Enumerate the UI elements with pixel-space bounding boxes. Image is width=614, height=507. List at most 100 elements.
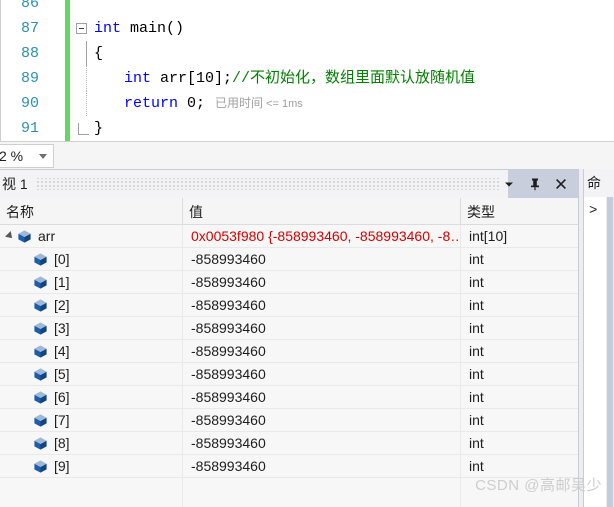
fold-margin[interactable] — [70, 41, 92, 66]
cell-name[interactable] — [0, 501, 183, 507]
cell-name[interactable]: [5] — [0, 362, 183, 386]
fold-margin[interactable] — [70, 66, 92, 91]
cell-type: int[10] — [469, 228, 508, 244]
fold-margin[interactable] — [70, 0, 92, 16]
table-row[interactable]: [6] -858993460 int — [0, 385, 578, 409]
variable-cube-icon — [33, 459, 48, 474]
cell-name[interactable]: [9] — [0, 454, 183, 478]
cell-name[interactable]: [0] — [0, 247, 183, 271]
code-line[interactable]: 86 — [1, 0, 614, 16]
tab-watch-1[interactable]: 视 1 — [0, 170, 508, 198]
code-line[interactable]: 90 return 0; 已用时间 <= 1ms — [1, 91, 614, 116]
cell-type: int — [469, 435, 484, 451]
variable-name: [0] — [54, 251, 70, 267]
table-row-empty[interactable] — [0, 478, 578, 501]
fold-margin[interactable] — [70, 16, 92, 41]
cell-name[interactable]: [7] — [0, 408, 183, 432]
table-row[interactable]: [5] -858993460 int — [0, 362, 578, 386]
command-window-scrollbar[interactable] — [606, 197, 614, 507]
cell-value[interactable]: -858993460 — [183, 431, 461, 455]
cell-name[interactable]: arr — [0, 224, 183, 248]
code-token-ident: arr — [160, 70, 188, 87]
zoom-level-dropdown[interactable]: 2 % — [0, 144, 54, 168]
cell-type: int — [469, 389, 484, 405]
table-row-empty[interactable] — [0, 501, 578, 507]
fold-margin[interactable] — [70, 116, 92, 141]
panel-header-icons — [505, 170, 578, 198]
variable-name: [6] — [54, 389, 70, 405]
cell-value[interactable]: -858993460 — [183, 316, 461, 340]
table-row[interactable]: [8] -858993460 int — [0, 431, 578, 455]
table-row[interactable]: arr 0x0053f980 {-858993460, -858993460, -… — [0, 224, 578, 248]
code-token-cmt: //不初始化，数组里面默认放随机值 — [232, 70, 476, 87]
indent-guide — [85, 91, 87, 116]
table-row[interactable]: [1] -858993460 int — [0, 270, 578, 294]
close-icon[interactable] — [554, 177, 568, 191]
column-header-name[interactable]: 名称 — [0, 198, 183, 225]
panel-drag-grip[interactable] — [35, 178, 500, 190]
code-token-num: 0 — [187, 95, 197, 112]
cell-name[interactable]: [3] — [0, 316, 183, 340]
cell-type: int — [469, 366, 484, 382]
variable-name: [9] — [54, 458, 70, 474]
cell-name[interactable]: [6] — [0, 385, 183, 409]
code-line[interactable]: 91} — [1, 116, 614, 141]
cell-name[interactable] — [0, 478, 183, 501]
table-row[interactable]: [7] -858993460 int — [0, 408, 578, 432]
code-line[interactable]: 88 { — [1, 41, 614, 66]
command-tab-label: 命 — [587, 175, 601, 191]
code-line-list: 86 87 int main() 88 {89 int arr[10];//不初始化，数组… — [1, 0, 614, 141]
code-editor[interactable]: 86 87 int main() 88 {89 int arr[10];//不初始化，数组… — [0, 0, 614, 141]
tab-command-window[interactable]: 命 — [584, 169, 614, 197]
cell-value[interactable]: -858993460 — [183, 247, 461, 271]
triangle-icon — [5, 231, 15, 241]
chevron-down-icon[interactable] — [502, 177, 516, 191]
watch-grid-header: 名称 值 类型 — [0, 198, 578, 225]
watch-panel: 视 1 名称 值 类型 arr 0x0053f980 {-858993460, … — [0, 169, 578, 507]
expand-collapse-icon[interactable] — [3, 231, 17, 241]
variable-name: [7] — [54, 412, 70, 428]
code-line[interactable]: 89 int arr[10];//不初始化，数组里面默认放随机值 — [1, 66, 614, 91]
table-row[interactable]: [9] -858993460 int — [0, 454, 578, 478]
cell-name[interactable]: [8] — [0, 431, 183, 455]
cell-value[interactable]: -858993460 — [183, 293, 461, 317]
cell-type: int — [469, 320, 484, 336]
variable-name: arr — [38, 228, 56, 244]
cell-name[interactable]: [1] — [0, 270, 183, 294]
table-row[interactable]: [0] -858993460 int — [0, 247, 578, 271]
cell-type: int — [469, 297, 484, 313]
cell-value[interactable]: -858993460 — [183, 385, 461, 409]
cell-value[interactable]: -858993460 — [183, 270, 461, 294]
cell-value[interactable]: -858993460 — [183, 362, 461, 386]
command-window-panel: 命 > — [584, 169, 614, 507]
code-text: } — [92, 116, 103, 141]
line-number: 91 — [20, 120, 39, 137]
table-row[interactable]: [4] -858993460 int — [0, 339, 578, 363]
cell-value[interactable]: -858993460 — [183, 339, 461, 363]
pin-icon[interactable] — [528, 177, 542, 191]
command-prompt: > — [589, 203, 598, 219]
cell-name[interactable]: [4] — [0, 339, 183, 363]
variable-cube-icon — [33, 436, 48, 451]
column-header-type[interactable]: 类型 — [461, 198, 578, 225]
code-token-ident: main — [130, 20, 167, 37]
scrollbar-thumb[interactable] — [607, 197, 613, 507]
code-line[interactable]: 87 int main() — [1, 16, 614, 41]
cell-value[interactable]: -858993460 — [183, 454, 461, 478]
table-row[interactable]: [3] -858993460 int — [0, 316, 578, 340]
variable-name: [8] — [54, 435, 70, 451]
variable-cube-icon — [33, 275, 48, 290]
variable-cube-icon — [33, 321, 48, 336]
table-row[interactable]: [2] -858993460 int — [0, 293, 578, 317]
chevron-down-icon[interactable] — [39, 153, 47, 159]
cell-type: int — [469, 343, 484, 359]
cell-value[interactable]: 0x0053f980 {-858993460, -858993460, -8… — [183, 224, 461, 248]
indent-guide — [85, 41, 87, 66]
cell-value[interactable]: -858993460 — [183, 408, 461, 432]
cell-value[interactable] — [183, 478, 461, 501]
cell-value[interactable] — [183, 501, 461, 507]
collapse-toggle-icon[interactable] — [75, 23, 87, 34]
fold-margin[interactable] — [70, 91, 92, 116]
cell-name[interactable]: [2] — [0, 293, 183, 317]
column-header-value[interactable]: 值 — [183, 198, 461, 225]
